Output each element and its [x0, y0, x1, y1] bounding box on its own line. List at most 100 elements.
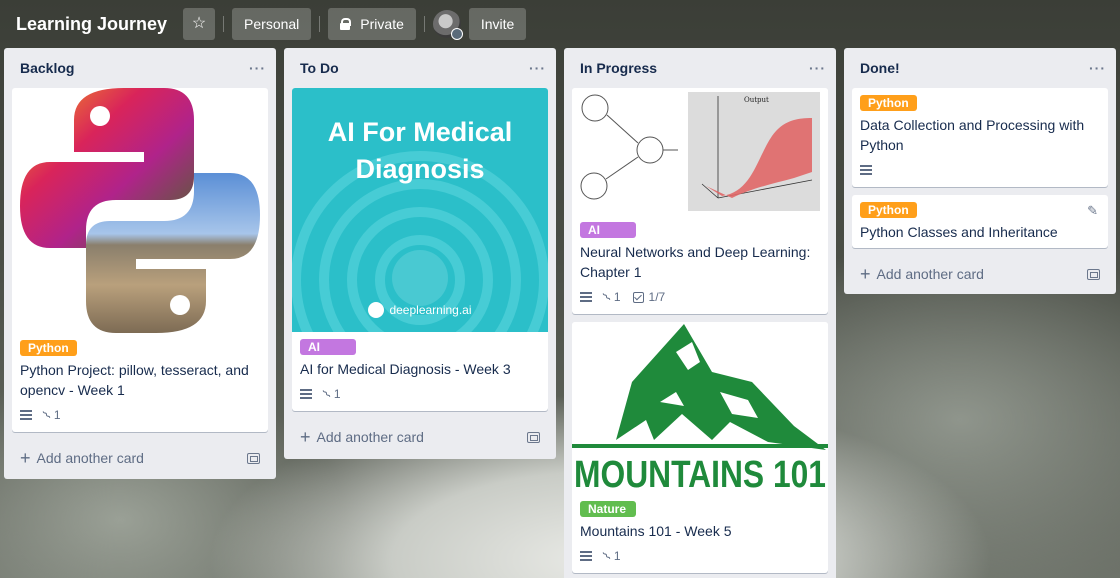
- description-badge: [580, 551, 592, 561]
- list-in-progress: In Progress ··· Output AI Neural Network…: [564, 48, 836, 578]
- board-title[interactable]: Learning Journey: [16, 14, 167, 35]
- checklist-badge: 1/7: [632, 290, 666, 304]
- checklist-count: 1/7: [648, 290, 666, 304]
- label-ai: AI: [580, 222, 636, 238]
- deeplearning-logo-icon: [368, 302, 385, 318]
- attachment-badge: ⌇ 1: [600, 290, 621, 304]
- python-logo-cover: [12, 88, 268, 333]
- plus-icon: +: [20, 448, 31, 468]
- card-title: Mountains 101 - Week 5: [580, 523, 732, 539]
- add-card-label: Add another card: [876, 266, 984, 282]
- attachment-badge: ⌇ 1: [600, 549, 621, 563]
- list-menu-icon[interactable]: ···: [1089, 60, 1106, 76]
- label-python: Python: [860, 95, 917, 111]
- python-logo-image: [20, 88, 260, 333]
- mountains-cover: MOUNTAINS 101: [572, 322, 828, 494]
- star-button[interactable]: ☆: [183, 8, 216, 40]
- description-badge: [300, 389, 312, 399]
- label-ai: AI: [300, 339, 356, 355]
- star-icon: ☆: [191, 15, 207, 32]
- lock-icon: [340, 18, 352, 30]
- visibility-label: Private: [360, 16, 404, 32]
- add-card-label: Add another card: [36, 450, 144, 466]
- attachment-count: 1: [333, 387, 341, 401]
- card-template-icon[interactable]: [1087, 268, 1100, 280]
- description-badge: [860, 165, 872, 175]
- add-card-button[interactable]: + Add another card: [292, 419, 548, 455]
- label-python: Python: [20, 340, 77, 356]
- list-header: In Progress ···: [564, 48, 836, 88]
- card-title: Data Collection and Processing with Pyth…: [860, 117, 1085, 153]
- list-done: Done! ··· Python Data Collection and Pro…: [844, 48, 1116, 294]
- list-backlog: Backlog ··· Python Python Project: pillo…: [4, 48, 276, 479]
- attachment-count: 1: [613, 549, 621, 563]
- card-badges: ⌇ 1 1/7: [580, 286, 820, 308]
- list-header: To Do ···: [284, 48, 556, 88]
- header-divider: [423, 16, 425, 32]
- neural-net-diagram: Output: [580, 92, 820, 211]
- add-card-button[interactable]: + Add another card: [12, 440, 268, 476]
- card-template-icon[interactable]: [247, 452, 260, 464]
- card[interactable]: Python Python Project: pillow, tesseract…: [12, 88, 268, 432]
- description-icon: [580, 551, 592, 561]
- card[interactable]: ✎ Python Python Classes and Inheritance: [852, 195, 1108, 248]
- attachment-badge: ⌇ 1: [40, 408, 61, 422]
- avatar[interactable]: [432, 10, 463, 40]
- visibility-button[interactable]: Private: [328, 8, 416, 40]
- card-title: Python Project: pillow, tesseract, and o…: [20, 362, 249, 398]
- checklist-icon: [632, 291, 644, 303]
- admin-badge-icon: [450, 28, 463, 40]
- card[interactable]: MOUNTAINS 101 Nature Mountains 101 - Wee…: [572, 322, 828, 573]
- description-icon: [20, 410, 32, 420]
- card-badges: ⌇ 1: [580, 545, 820, 567]
- cover-text: MOUNTAINS 101: [574, 454, 826, 494]
- card-template-icon[interactable]: [527, 431, 540, 443]
- card-badges: ⌇ 1: [300, 383, 540, 405]
- paperclip-icon: ⌇: [319, 386, 334, 402]
- description-badge: [20, 410, 32, 420]
- paperclip-icon: ⌇: [39, 407, 54, 423]
- add-card-label: Add another card: [316, 429, 424, 445]
- description-icon: [860, 165, 872, 175]
- description-icon: [580, 292, 592, 302]
- card-badges: ⌇ 1: [20, 404, 260, 426]
- list-title[interactable]: Done!: [860, 60, 900, 76]
- list-todo: To Do ··· AI For Medical Diagnosis deepl…: [284, 48, 556, 459]
- label-nature: Nature: [580, 501, 636, 517]
- card[interactable]: Python Data Collection and Processing wi…: [852, 88, 1108, 187]
- attachment-count: 1: [613, 290, 621, 304]
- brand-text: deeplearning.ai: [389, 303, 472, 317]
- description-icon: [300, 389, 312, 399]
- paperclip-icon: ⌇: [599, 548, 614, 564]
- brand-mark: deeplearning.ai: [292, 302, 548, 318]
- list-menu-icon[interactable]: ···: [529, 60, 546, 76]
- list-header: Done! ···: [844, 48, 1116, 88]
- list-title[interactable]: Backlog: [20, 60, 74, 76]
- card-badges: [860, 159, 1100, 181]
- plus-icon: +: [300, 427, 311, 447]
- description-badge: [580, 292, 592, 302]
- paperclip-icon: ⌇: [599, 289, 614, 305]
- invite-button[interactable]: Invite: [468, 8, 527, 40]
- add-card-button[interactable]: + Add another card: [852, 256, 1108, 292]
- card-title: AI for Medical Diagnosis - Week 3: [300, 361, 511, 377]
- list-menu-icon[interactable]: ···: [809, 60, 826, 76]
- plus-icon: +: [860, 264, 871, 284]
- header-divider: [223, 16, 225, 32]
- card[interactable]: Output AI Neural Networks and Deep Learn…: [572, 88, 828, 314]
- card-title: Neural Networks and Deep Learning: Chapt…: [580, 244, 811, 280]
- list-title[interactable]: To Do: [300, 60, 339, 76]
- card[interactable]: AI For Medical Diagnosis deeplearning.ai…: [292, 88, 548, 411]
- label-python: Python: [860, 202, 917, 218]
- list-title[interactable]: In Progress: [580, 60, 657, 76]
- attachment-count: 1: [53, 408, 61, 422]
- card-title: Python Classes and Inheritance: [860, 224, 1058, 240]
- mountains-logo-image: MOUNTAINS 101: [572, 324, 828, 494]
- attachment-badge: ⌇ 1: [320, 387, 341, 401]
- pencil-icon[interactable]: ✎: [1087, 203, 1098, 219]
- board-header: Learning Journey ☆ Personal Private Invi…: [0, 0, 1120, 48]
- list-header: Backlog ···: [4, 48, 276, 88]
- cover-title: AI For Medical Diagnosis: [327, 117, 513, 184]
- team-visibility-button[interactable]: Personal: [232, 8, 312, 40]
- list-menu-icon[interactable]: ···: [249, 60, 266, 76]
